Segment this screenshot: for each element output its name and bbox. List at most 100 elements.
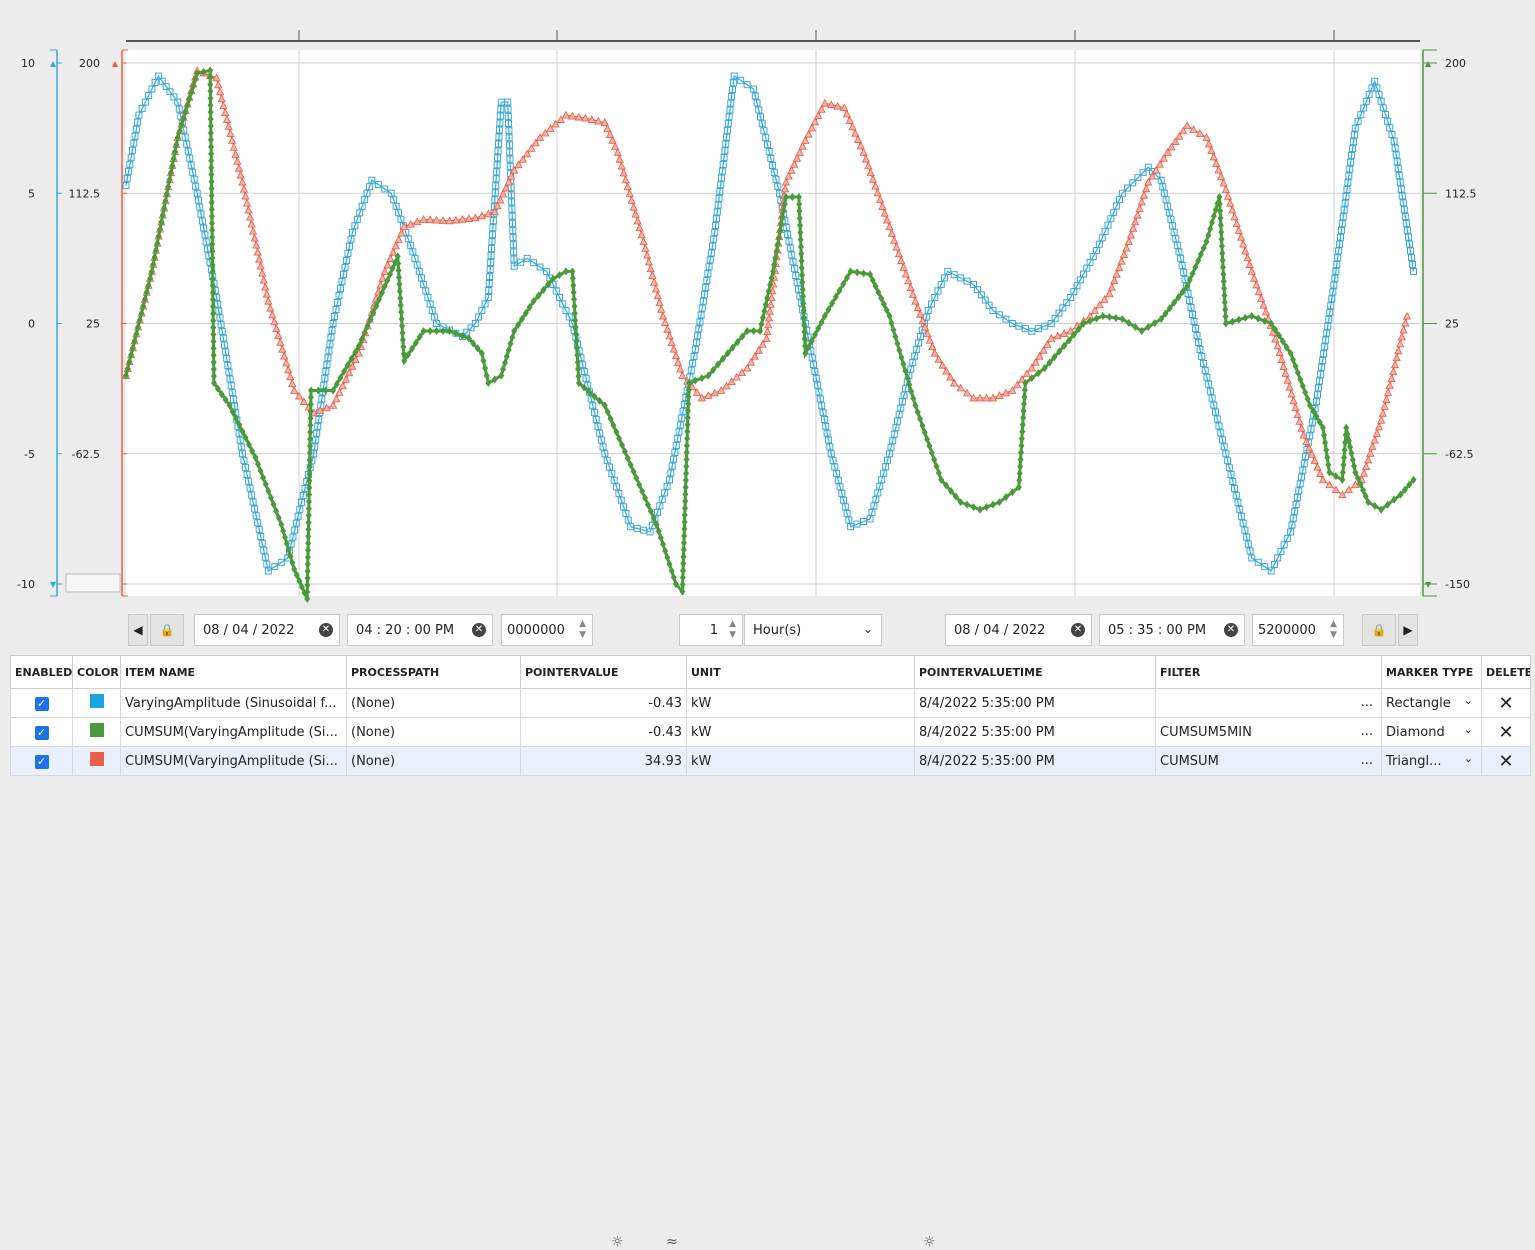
unit-cell: kW <box>686 717 915 747</box>
column-header[interactable]: FILTER <box>1155 655 1382 689</box>
more-icon[interactable]: ... <box>1361 724 1373 739</box>
approx-icon[interactable]: ≈ <box>666 1234 678 1250</box>
enabled-cell: ✓ <box>10 688 73 718</box>
column-header[interactable]: UNIT <box>686 655 915 689</box>
table-row[interactable]: ✓ VaryingAmplitude (Sinusoidal f... (None)… <box>10 688 1531 718</box>
pointervalue-cell: -0.43 <box>520 688 687 718</box>
color-cell[interactable] <box>72 746 121 776</box>
marker-type-value: Diamond <box>1386 724 1445 740</box>
table-header: ENABLED COLOR ITEM NAME PROCESSPATH POINTERV… <box>10 655 1531 689</box>
column-header[interactable]: ITEM NAME <box>120 655 347 689</box>
color-cell[interactable] <box>72 688 121 718</box>
tick-label-right: -150 <box>1445 578 1470 591</box>
column-header[interactable]: PROCESSPATH <box>346 655 521 689</box>
enabled-cell: ✓ <box>10 746 73 776</box>
tick-label-outer: -5 <box>24 448 35 461</box>
column-header[interactable]: MARKER TYPE <box>1381 655 1482 689</box>
checkbox[interactable]: ✓ <box>34 754 49 769</box>
trend-chart[interactable]: 10 200 200 5 112.5 112.5 0 25 25 -5 -62.5 -62.5 -10 -… <box>0 0 1535 610</box>
clear-icon[interactable]: ✕ <box>319 623 333 637</box>
chevron-down-icon: ⌄ <box>862 622 873 636</box>
tick-label-right: 112.5 <box>1445 187 1477 200</box>
pointervalue-cell: -0.43 <box>520 717 687 747</box>
close-icon: ✕ <box>1498 721 1514 743</box>
lock-icon: 🔒 <box>1371 623 1387 637</box>
close-icon: ✕ <box>1498 692 1514 714</box>
color-cell[interactable] <box>72 717 121 747</box>
color-swatch[interactable] <box>89 752 104 766</box>
arrow-down-icon: ▼ <box>50 580 57 589</box>
filter-cell[interactable]: CUMSUM5MIN... <box>1155 717 1382 747</box>
min-value-box[interactable] <box>65 573 121 593</box>
more-icon[interactable]: ... <box>1361 695 1373 710</box>
marker-type-select[interactable]: Diamond ⌄ <box>1381 717 1482 747</box>
tick-label-inner: 25 <box>86 318 100 331</box>
checkbox[interactable]: ✓ <box>34 725 49 740</box>
table-row[interactable]: ✓ CUMSUM(VaryingAmplitude (Si... (None) -0.… <box>10 717 1531 747</box>
clear-icon[interactable]: ✕ <box>1224 623 1238 637</box>
interval-input[interactable]: 1 ▲ ▼ <box>679 614 743 646</box>
pointervalue-cell: 34.93 <box>520 746 687 776</box>
interval-unit-select[interactable]: Hour(s) ⌄ <box>744 614 882 646</box>
start-ms-input[interactable]: 0000000 ▲ ▼ <box>501 614 593 646</box>
lock-start-button[interactable]: 🔒 <box>150 614 184 646</box>
delete-button[interactable]: ✕ <box>1481 746 1531 776</box>
column-header[interactable]: POINTERVALUE <box>520 655 687 689</box>
tick-label-outer: 0 <box>28 318 35 331</box>
time-toolbar: ◀ 🔒 08 / 04 / 2022 ✕ 04 : 20 : 00 PM ✕ 0… <box>0 612 1535 1250</box>
sun-icon[interactable]: ☼ <box>923 1234 936 1250</box>
prev-button[interactable]: ◀ <box>128 614 148 646</box>
arrow-up-icon: ▲ <box>50 59 57 68</box>
tick-label-right: 200 <box>1445 57 1466 70</box>
column-header[interactable]: DELETE <box>1481 655 1531 689</box>
column-header[interactable]: POINTERVALUETIME <box>914 655 1156 689</box>
filter-value: CUMSUM5MIN <box>1160 724 1252 740</box>
table-body: ✓ VaryingAmplitude (Sinusoidal f... (None)… <box>10 688 1531 776</box>
tick-label-outer: -10 <box>17 578 35 591</box>
filter-cell[interactable]: ... <box>1155 688 1382 718</box>
clear-icon[interactable]: ✕ <box>472 623 486 637</box>
end-ms-input[interactable]: 5200000 ▲ ▼ <box>1252 614 1344 646</box>
end-time-input[interactable]: 05 : 35 : 00 PM ✕ <box>1099 614 1245 646</box>
column-header[interactable]: ENABLED <box>10 655 73 689</box>
column-header[interactable]: COLOR <box>72 655 121 689</box>
table-row[interactable]: ✓ CUMSUM(VaryingAmplitude (Si... (None) 34.… <box>10 746 1531 776</box>
unit-cell: kW <box>686 688 915 718</box>
tick-label-inner: -62.5 <box>72 448 100 461</box>
start-date-input[interactable]: 08 / 04 / 2022 ✕ <box>194 614 340 646</box>
chevron-right-icon: ▶ <box>1403 623 1413 637</box>
item-name-cell: VaryingAmplitude (Sinusoidal f... <box>120 688 347 718</box>
clear-icon[interactable]: ✕ <box>1071 623 1085 637</box>
items-table: ENABLED COLOR ITEM NAME PROCESSPATH POINTERV… <box>10 655 1531 776</box>
end-date-input[interactable]: 08 / 04 / 2022 ✕ <box>945 614 1092 646</box>
color-swatch[interactable] <box>89 723 104 737</box>
filter-cell[interactable]: CUMSUM... <box>1155 746 1382 776</box>
processpath-cell: (None) <box>346 746 521 776</box>
next-button[interactable]: ▶ <box>1398 614 1418 646</box>
tick-label-outer: 10 <box>21 57 35 70</box>
filter-value: CUMSUM <box>1160 753 1219 769</box>
tick-label-inner: 200 <box>79 57 100 70</box>
checkbox[interactable]: ✓ <box>34 696 49 711</box>
item-name-cell: CUMSUM(VaryingAmplitude (Si... <box>120 746 347 776</box>
lock-icon: 🔒 <box>159 623 175 637</box>
color-swatch[interactable] <box>89 694 104 708</box>
delete-button[interactable]: ✕ <box>1481 717 1531 747</box>
lock-end-button[interactable]: 🔒 <box>1362 614 1396 646</box>
pointervaluetime-cell: 8/4/2022 5:35:00 PM <box>914 717 1156 747</box>
spinner-icon[interactable]: ▲ ▼ <box>1330 619 1337 641</box>
pointervaluetime-cell: 8/4/2022 5:35:00 PM <box>914 746 1156 776</box>
tick-label-outer: 5 <box>28 187 35 200</box>
spinner-icon[interactable]: ▲ ▼ <box>579 619 586 641</box>
processpath-cell: (None) <box>346 688 521 718</box>
chevron-down-icon: ⌄ <box>1463 694 1473 707</box>
delete-button[interactable]: ✕ <box>1481 688 1531 718</box>
start-time-input[interactable]: 04 : 20 : 00 PM ✕ <box>347 614 493 646</box>
sun-icon[interactable]: ☼ <box>611 1234 624 1250</box>
marker-type-select[interactable]: Triangl... ⌄ <box>1381 746 1482 776</box>
spinner-icon[interactable]: ▲ ▼ <box>729 619 736 641</box>
more-icon[interactable]: ... <box>1361 753 1373 768</box>
marker-type-value: Triangl... <box>1386 753 1442 769</box>
marker-type-select[interactable]: Rectangle ⌄ <box>1381 688 1482 718</box>
tick-label-right: -62.5 <box>1445 448 1473 461</box>
